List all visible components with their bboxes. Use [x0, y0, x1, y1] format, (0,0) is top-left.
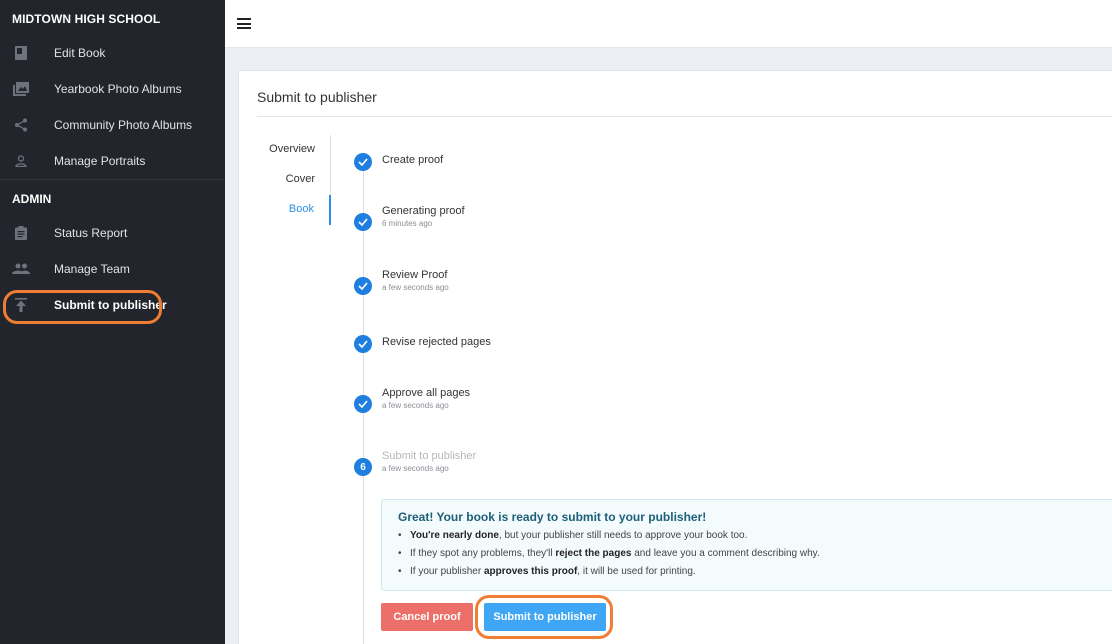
- info-list: You're nearly done, but your publisher s…: [398, 530, 820, 584]
- step-timestamp: a few seconds ago: [382, 464, 449, 473]
- person-icon: [12, 153, 30, 169]
- sidebar-item-label: Community Photo Albums: [54, 118, 193, 132]
- proof-tabs: Overview Cover Book: [257, 135, 331, 225]
- check-icon: [354, 213, 372, 231]
- tab-cover[interactable]: Cover: [257, 165, 331, 195]
- check-icon: [354, 153, 372, 171]
- upload-icon: [12, 297, 30, 313]
- step-title: Create proof: [382, 154, 444, 166]
- step-title: Revise rejected pages: [382, 336, 491, 348]
- team-icon: [12, 261, 30, 277]
- submit-card: Submit to publisher Overview Cover Book …: [238, 70, 1112, 644]
- step-title: Review Proof: [382, 269, 448, 281]
- share-icon: [12, 117, 30, 133]
- hamburger-menu-icon[interactable]: [237, 18, 251, 30]
- sidebar-item-submit-to-publisher[interactable]: Submit to publisher: [0, 287, 225, 323]
- sidebar-item-manage-portraits[interactable]: Manage Portraits: [0, 143, 225, 179]
- step-title: Generating proof: [382, 205, 465, 217]
- top-bar: [225, 0, 1112, 48]
- check-icon: [354, 335, 372, 353]
- check-icon: [354, 277, 372, 295]
- info-line: You're nearly done, but your publisher s…: [398, 530, 820, 548]
- info-title: Great! Your book is ready to submit to y…: [398, 510, 707, 524]
- sidebar-item-label: Submit to publisher: [54, 298, 167, 312]
- sidebar-item-label: Status Report: [54, 226, 128, 240]
- sidebar-item-status-report[interactable]: Status Report: [0, 215, 225, 251]
- info-line: If your publisher approves this proof, i…: [398, 566, 820, 584]
- step-title: Submit to publisher: [382, 450, 477, 462]
- check-icon: [354, 395, 372, 413]
- ready-info-box: Great! Your book is ready to submit to y…: [381, 499, 1112, 591]
- info-line: If they spot any problems, they'll rejec…: [398, 548, 820, 566]
- step-timestamp: a few seconds ago: [382, 283, 449, 292]
- photo-albums-icon: [12, 81, 30, 97]
- step-title: Approve all pages: [382, 387, 471, 399]
- sidebar-item-label: Edit Book: [54, 46, 106, 60]
- sidebar-item-yearbook-photo-albums[interactable]: Yearbook Photo Albums: [0, 71, 225, 107]
- cancel-proof-button[interactable]: Cancel proof: [381, 603, 473, 631]
- step-timestamp: a few seconds ago: [382, 401, 449, 410]
- step-timestamp: 6 minutes ago: [382, 219, 433, 228]
- sidebar-item-label: Manage Team: [54, 262, 130, 276]
- sidebar-item-label: Yearbook Photo Albums: [54, 82, 182, 96]
- sidebar-item-edit-book[interactable]: Edit Book: [0, 35, 225, 71]
- sidebar: MIDTOWN HIGH SCHOOL Edit Book Yearbook P…: [0, 0, 225, 644]
- tab-overview[interactable]: Overview: [257, 135, 331, 165]
- sidebar-item-community-photo-albums[interactable]: Community Photo Albums: [0, 107, 225, 143]
- book-icon: [12, 45, 30, 61]
- admin-section-title: ADMIN: [0, 179, 225, 215]
- school-name: MIDTOWN HIGH SCHOOL: [12, 12, 161, 26]
- clipboard-icon: [12, 225, 30, 241]
- tab-book[interactable]: Book: [257, 195, 331, 225]
- submit-to-publisher-button[interactable]: Submit to publisher: [484, 603, 606, 631]
- sidebar-item-label: Manage Portraits: [54, 154, 146, 168]
- step-number-badge: 6: [354, 458, 372, 476]
- page-title: Submit to publisher: [257, 89, 377, 105]
- sidebar-item-manage-team[interactable]: Manage Team: [0, 251, 225, 287]
- divider: [257, 116, 1112, 117]
